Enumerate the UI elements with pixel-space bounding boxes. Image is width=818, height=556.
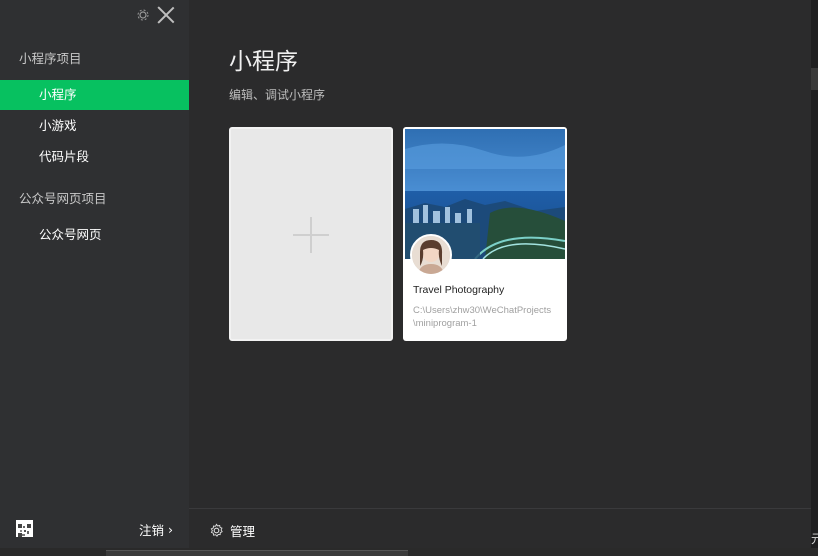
- logout-label: 注销: [138, 523, 164, 538]
- section-title-official-account: 公众号网页项目: [19, 191, 107, 206]
- settings-icon[interactable]: [137, 9, 149, 21]
- new-project-button[interactable]: [229, 127, 393, 341]
- main-panel: 小程序 编辑、调试小程序 Travel Photography C:\Users…: [189, 0, 811, 508]
- sidebar-item-official-webpage[interactable]: 公众号网页: [0, 220, 189, 250]
- qr-code-icon: [18, 524, 31, 537]
- window-controls: [137, 6, 175, 24]
- project-avatar: [410, 234, 452, 276]
- logout-button[interactable]: 注销 ›: [139, 520, 173, 539]
- page-subtitle: 编辑、调试小程序: [229, 88, 326, 102]
- user-avatar-icon[interactable]: [16, 520, 33, 537]
- sidebar-item-miniprogram[interactable]: 小程序: [0, 80, 189, 110]
- chevron-right-icon: ›: [168, 522, 173, 537]
- background-window-edge: 元: [811, 0, 818, 556]
- plus-icon: [293, 217, 329, 253]
- gear-icon: [210, 523, 223, 537]
- manage-label: 管理: [230, 524, 256, 539]
- person-avatar-icon: [412, 236, 450, 274]
- background-window-segment: [106, 550, 408, 556]
- project-card[interactable]: Travel Photography C:\Users\zhw30\WeChat…: [403, 127, 567, 341]
- sidebar-item-label: 代码片段: [39, 149, 90, 164]
- background-window-bar: [811, 68, 818, 90]
- page-title: 小程序: [229, 49, 298, 75]
- sidebar: 小程序项目 小程序 小游戏 代码片段 公众号网页项目 公众号网页 注销 ›: [0, 0, 189, 556]
- close-icon[interactable]: [157, 6, 175, 24]
- sidebar-item-code-snippet[interactable]: 代码片段: [0, 142, 189, 172]
- sidebar-item-minigame[interactable]: 小游戏: [0, 111, 189, 141]
- project-name: Travel Photography: [413, 284, 505, 296]
- sidebar-item-label: 小游戏: [39, 118, 77, 133]
- manage-button[interactable]: 管理: [209, 521, 255, 540]
- project-path: C:\Users\zhw30\WeChatProjects\miniprogra…: [413, 305, 552, 329]
- background-window-text: 元: [811, 532, 818, 546]
- background-window-strip: [0, 548, 818, 556]
- section-title-miniprogram: 小程序项目: [19, 51, 82, 66]
- sidebar-item-label: 公众号网页: [39, 227, 102, 242]
- sidebar-item-label: 小程序: [39, 87, 77, 102]
